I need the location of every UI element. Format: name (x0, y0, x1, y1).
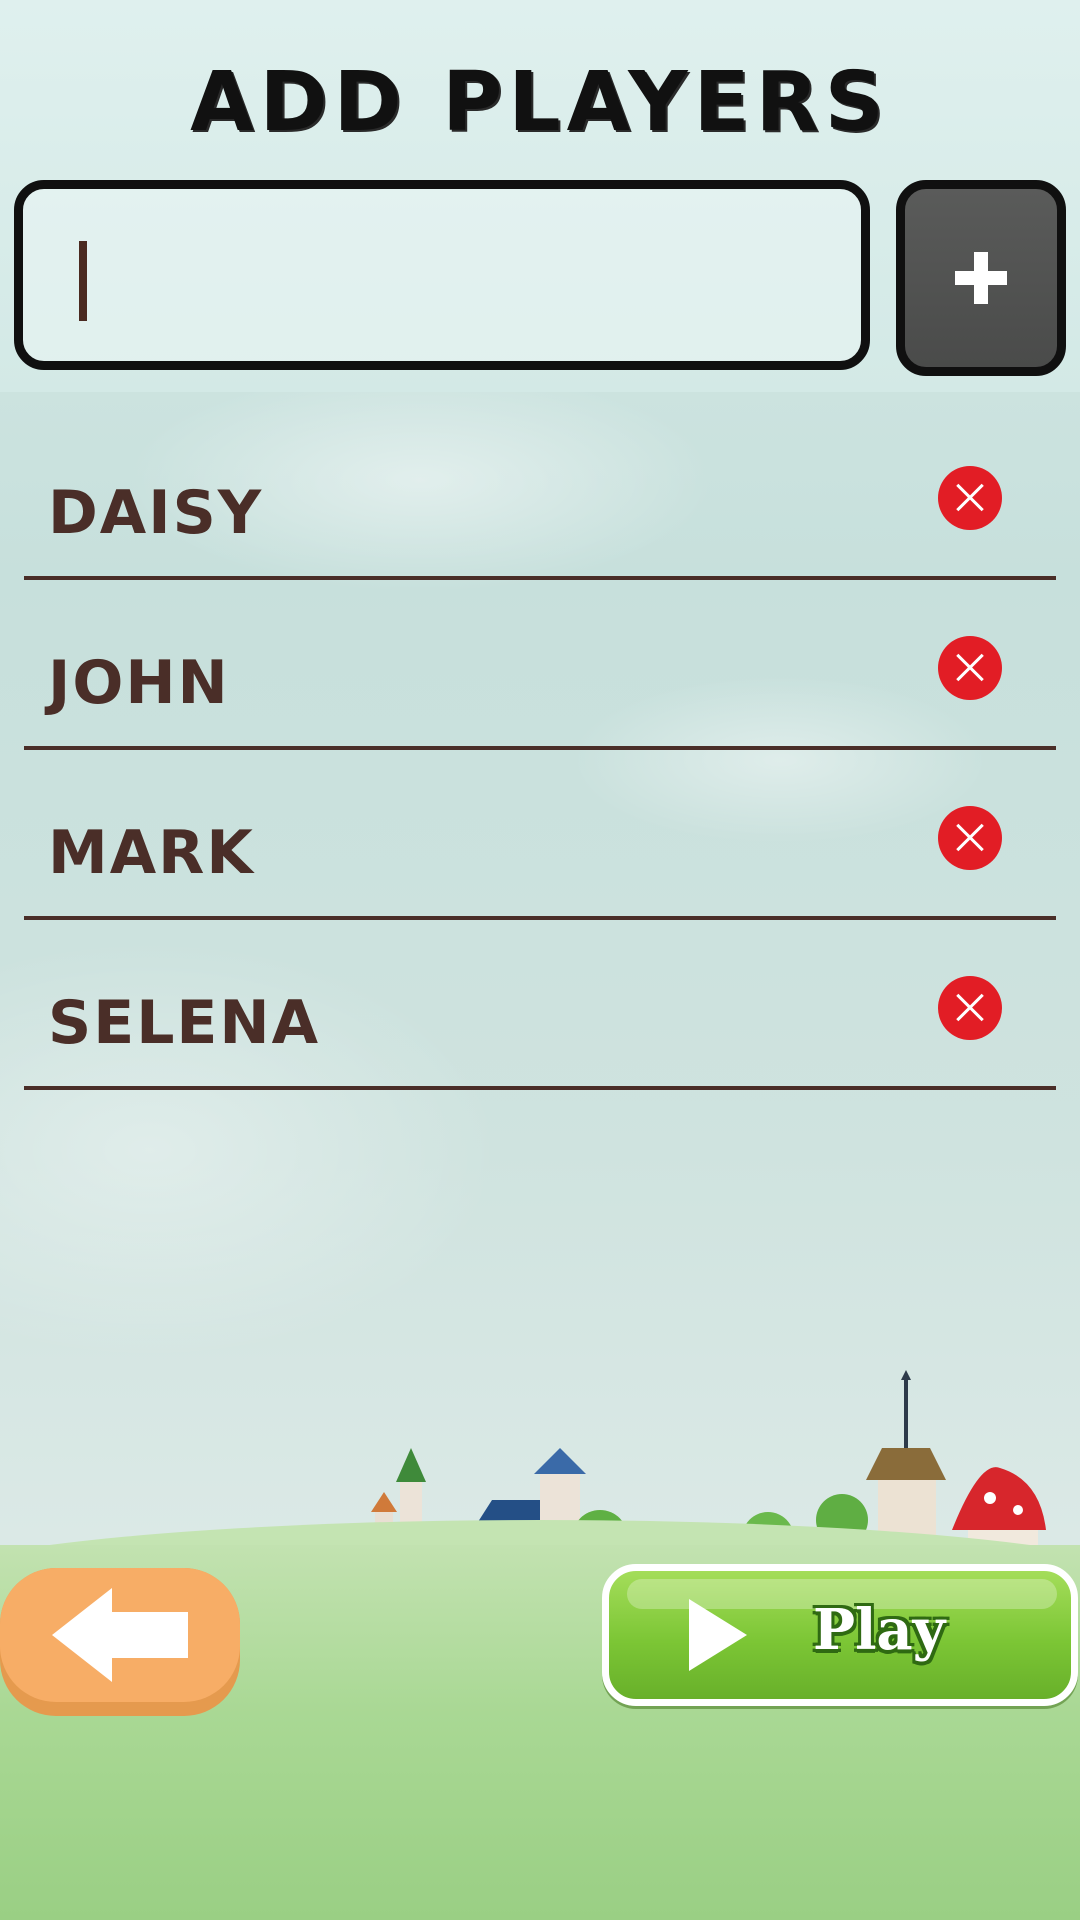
remove-player-button[interactable] (938, 636, 1002, 700)
player-name: SELENA (48, 988, 321, 1058)
play-triangle-icon (689, 1599, 747, 1671)
remove-player-button[interactable] (938, 806, 1002, 870)
remove-player-button[interactable] (938, 466, 1002, 530)
back-button[interactable] (0, 1568, 240, 1716)
player-name: MARK (48, 818, 255, 888)
player-row: DAISY (24, 410, 1056, 580)
player-name-input[interactable] (14, 180, 870, 370)
page-title: ADD PLAYERS (190, 55, 890, 150)
play-button[interactable]: Play (602, 1564, 1078, 1706)
player-name: JOHN (48, 648, 230, 718)
remove-player-button[interactable] (938, 976, 1002, 1040)
player-row: MARK (24, 750, 1056, 920)
play-button-label: Play (813, 1597, 946, 1663)
add-players-screen: ADD PLAYERS DAISY JOHN MARK SELENA Play (0, 0, 1080, 1920)
player-name: DAISY (48, 478, 264, 548)
add-player-button[interactable] (896, 180, 1066, 376)
player-row: JOHN (24, 580, 1056, 750)
back-button-face (0, 1568, 240, 1702)
plus-icon (955, 252, 1007, 304)
player-list: DAISY JOHN MARK SELENA (24, 410, 1056, 1090)
text-caret (79, 241, 87, 321)
player-row: SELENA (24, 920, 1056, 1090)
arrow-left-icon (52, 1588, 188, 1682)
